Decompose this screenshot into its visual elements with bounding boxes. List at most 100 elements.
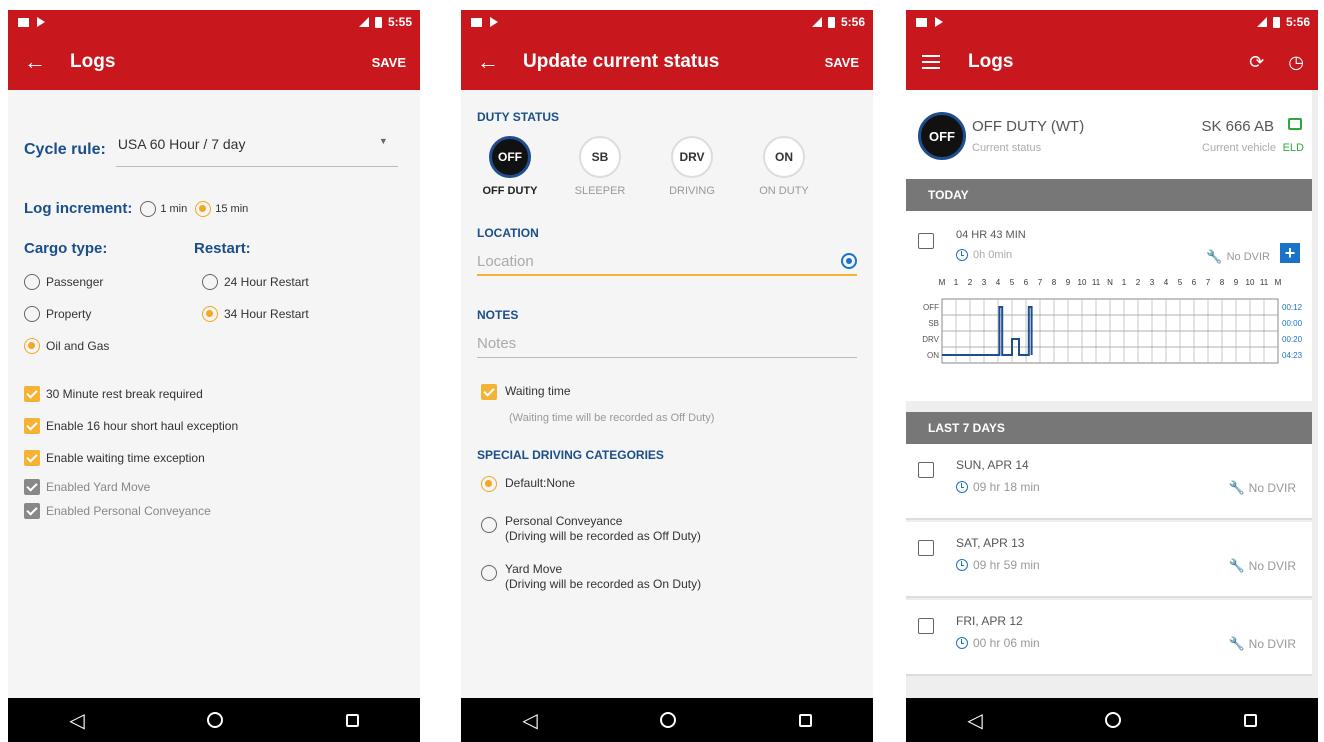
nav-recents-icon[interactable] [798, 713, 812, 727]
log-row-checkbox[interactable] [918, 618, 934, 634]
category-personal-label: Personal Conveyance [505, 514, 623, 528]
grid-row-label: OFF [923, 303, 939, 312]
rest-break-checkbox-row[interactable]: 30 Minute rest break required [24, 386, 203, 402]
alarm-icon[interactable]: ◷ [1288, 52, 1304, 73]
restart-24-label: 24 Hour Restart [224, 275, 309, 289]
today-select-checkbox[interactable] [918, 233, 934, 249]
log-row-sat-apr-13[interactable]: SAT, APR 13 09 hr 59 min 🔧 No DVIR [906, 522, 1312, 598]
restart-24-option[interactable]: 24 Hour Restart [202, 274, 309, 290]
notes-input[interactable]: Notes [477, 330, 857, 358]
grid-hour-label: N [1107, 278, 1113, 287]
nav-recents-icon[interactable] [345, 713, 359, 727]
yard-move-checkbox[interactable] [24, 479, 40, 495]
log-row-checkbox[interactable] [918, 462, 934, 478]
play-store-icon [490, 17, 498, 27]
restart-34-radio[interactable] [202, 306, 218, 322]
nav-home-icon[interactable] [660, 712, 677, 728]
restart-34-option[interactable]: 34 Hour Restart [202, 306, 309, 322]
today-dvir-status[interactable]: 🔧 No DVIR [1206, 249, 1270, 265]
nav-back-icon[interactable]: ◁ [967, 708, 982, 733]
waiting-time-checkbox[interactable] [481, 384, 497, 400]
category-yard-label: Yard Move [505, 562, 563, 576]
short-haul-checkbox[interactable] [24, 418, 40, 434]
personal-conveyance-checkbox[interactable] [24, 503, 40, 519]
category-personal-option[interactable]: Personal Conveyance (Driving will be rec… [481, 514, 701, 544]
duty-drv-label: DRIVING [669, 185, 715, 197]
log-row-checkbox[interactable] [918, 540, 934, 556]
log-row-dvir[interactable]: 🔧 No DVIR [1228, 480, 1296, 496]
grid-row-total: 00:12 [1282, 303, 1303, 312]
cycle-rule-select[interactable]: USA 60 Hour / 7 day ▼ [115, 132, 398, 167]
grid-row-total: 00:00 [1282, 319, 1303, 328]
waiting-exception-checkbox-row[interactable]: Enable waiting time exception [24, 450, 205, 466]
wrench-icon: 🔧 [1228, 636, 1245, 651]
duty-drv-option[interactable]: DRV DRIVING [657, 136, 727, 197]
log-row-day: SUN, APR 14 [956, 458, 1029, 472]
category-default-option[interactable]: Default:None [481, 476, 575, 492]
today-dvir-label: No DVIR [1226, 251, 1270, 263]
current-status-card[interactable]: OFF OFF DUTY (WT) Current status SK 666 … [906, 90, 1312, 179]
category-yard-radio[interactable] [481, 565, 497, 581]
sync-icon[interactable]: ⟳ [1249, 52, 1264, 73]
log-row-day: FRI, APR 12 [956, 614, 1023, 628]
short-haul-label: Enable 16 hour short haul exception [46, 419, 239, 433]
app-bar: Logs ⟳ ◷ [906, 34, 1318, 90]
page-title: Logs [968, 51, 1014, 72]
duty-off-option[interactable]: OFF OFF DUTY [475, 136, 545, 197]
duty-on-option[interactable]: ON ON DUTY [749, 136, 819, 197]
inc-1min-radio[interactable] [140, 200, 157, 217]
play-store-icon [37, 17, 45, 27]
settings-content: Cycle rule: USA 60 Hour / 7 day ▼ Log in… [8, 90, 420, 698]
wrench-icon: 🔧 [1228, 480, 1245, 495]
cargo-passenger-option[interactable]: Passenger [24, 274, 103, 290]
restart-24-radio[interactable] [202, 274, 218, 290]
duty-off-circle[interactable]: OFF [489, 136, 531, 178]
dropdown-arrow-icon: ▼ [378, 136, 388, 146]
hamburger-menu-icon[interactable] [922, 55, 968, 69]
nav-home-icon[interactable] [1105, 712, 1122, 728]
save-button[interactable]: SAVE [372, 55, 406, 70]
status-content: DUTY STATUS OFF OFF DUTY SB SLEEPER DRV … [461, 90, 873, 698]
cargo-property-option[interactable]: Property [24, 306, 91, 322]
cargo-passenger-radio[interactable] [24, 274, 40, 290]
today-log-card[interactable]: 04 HR 43 MIN 0h 0min 🔧 No DVIR + M123456… [906, 211, 1312, 401]
waiting-time-checkbox-row[interactable]: Waiting time [481, 384, 571, 400]
yard-move-checkbox-row[interactable]: Enabled Yard Move [24, 479, 150, 495]
log-row-fri-apr-12[interactable]: FRI, APR 12 00 hr 06 min 🔧 No DVIR [906, 600, 1312, 676]
grid-hour-label: 8 [1052, 278, 1057, 287]
nav-recents-icon[interactable] [1243, 713, 1257, 727]
personal-conveyance-checkbox-row[interactable]: Enabled Personal Conveyance [24, 503, 211, 519]
gps-locate-icon[interactable] [841, 253, 857, 269]
log-row-sun-apr-14[interactable]: SUN, APR 14 09 hr 18 min 🔧 No DVIR [906, 444, 1312, 520]
battery-icon [827, 16, 835, 28]
add-dvir-button[interactable]: + [1280, 243, 1300, 263]
duty-sb-circle[interactable]: SB [579, 136, 621, 178]
rest-break-checkbox[interactable] [24, 386, 40, 402]
inc-15min-label: 15 min [215, 202, 249, 215]
cargo-property-radio[interactable] [24, 306, 40, 322]
cargo-oil-option[interactable]: Oil and Gas [24, 338, 109, 354]
nav-back-icon[interactable]: ◁ [522, 708, 537, 733]
save-button[interactable]: SAVE [825, 55, 859, 70]
category-default-radio[interactable] [481, 476, 497, 492]
log-row-dvir[interactable]: 🔧 No DVIR [1228, 636, 1296, 652]
clock-text: 5:56 [840, 15, 865, 29]
nav-back-icon[interactable]: ◁ [69, 708, 84, 733]
short-haul-checkbox-row[interactable]: Enable 16 hour short haul exception [24, 418, 238, 434]
back-arrow-icon[interactable]: ← [24, 49, 70, 75]
back-arrow-icon[interactable]: ← [477, 49, 523, 75]
waiting-exception-checkbox[interactable] [24, 450, 40, 466]
category-yard-option[interactable]: Yard Move (Driving will be recorded as O… [481, 562, 701, 592]
notes-placeholder: Notes [477, 335, 517, 352]
nav-home-icon[interactable] [207, 712, 224, 728]
duty-on-circle[interactable]: ON [763, 136, 805, 178]
log-row-dvir[interactable]: 🔧 No DVIR [1228, 558, 1296, 574]
cargo-oil-radio[interactable] [24, 338, 40, 354]
duty-drv-circle[interactable]: DRV [671, 136, 713, 178]
notes-header: NOTES [477, 308, 519, 322]
duty-sb-option[interactable]: SB SLEEPER [565, 136, 635, 197]
category-personal-radio[interactable] [481, 517, 497, 533]
status-bar: 5:56 [906, 10, 1318, 34]
location-input[interactable]: Location [477, 248, 857, 276]
inc-15min-radio[interactable] [195, 200, 212, 217]
